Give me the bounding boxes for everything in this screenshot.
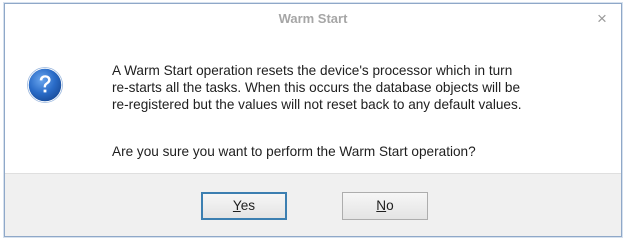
title-bar[interactable]: Warm Start × bbox=[5, 4, 621, 34]
button-bar: Yes No bbox=[5, 173, 621, 236]
dialog-title: Warm Start bbox=[278, 11, 348, 26]
no-label-rest: o bbox=[386, 198, 394, 213]
close-icon[interactable]: × bbox=[591, 8, 613, 30]
yes-mnemonic: Y bbox=[232, 198, 241, 213]
dialog-question: Are you sure you want to perform the War… bbox=[112, 144, 476, 159]
yes-button[interactable]: Yes bbox=[201, 192, 287, 220]
dialog-message: A Warm Start operation resets the device… bbox=[112, 63, 522, 112]
dialog-body: A Warm Start operation resets the device… bbox=[5, 34, 621, 176]
yes-label-rest: es bbox=[240, 198, 256, 213]
no-button[interactable]: No bbox=[342, 192, 428, 220]
warm-start-dialog: Warm Start × A Warm Start operation rese… bbox=[4, 3, 622, 237]
question-icon bbox=[27, 67, 63, 103]
no-mnemonic: N bbox=[376, 198, 387, 213]
